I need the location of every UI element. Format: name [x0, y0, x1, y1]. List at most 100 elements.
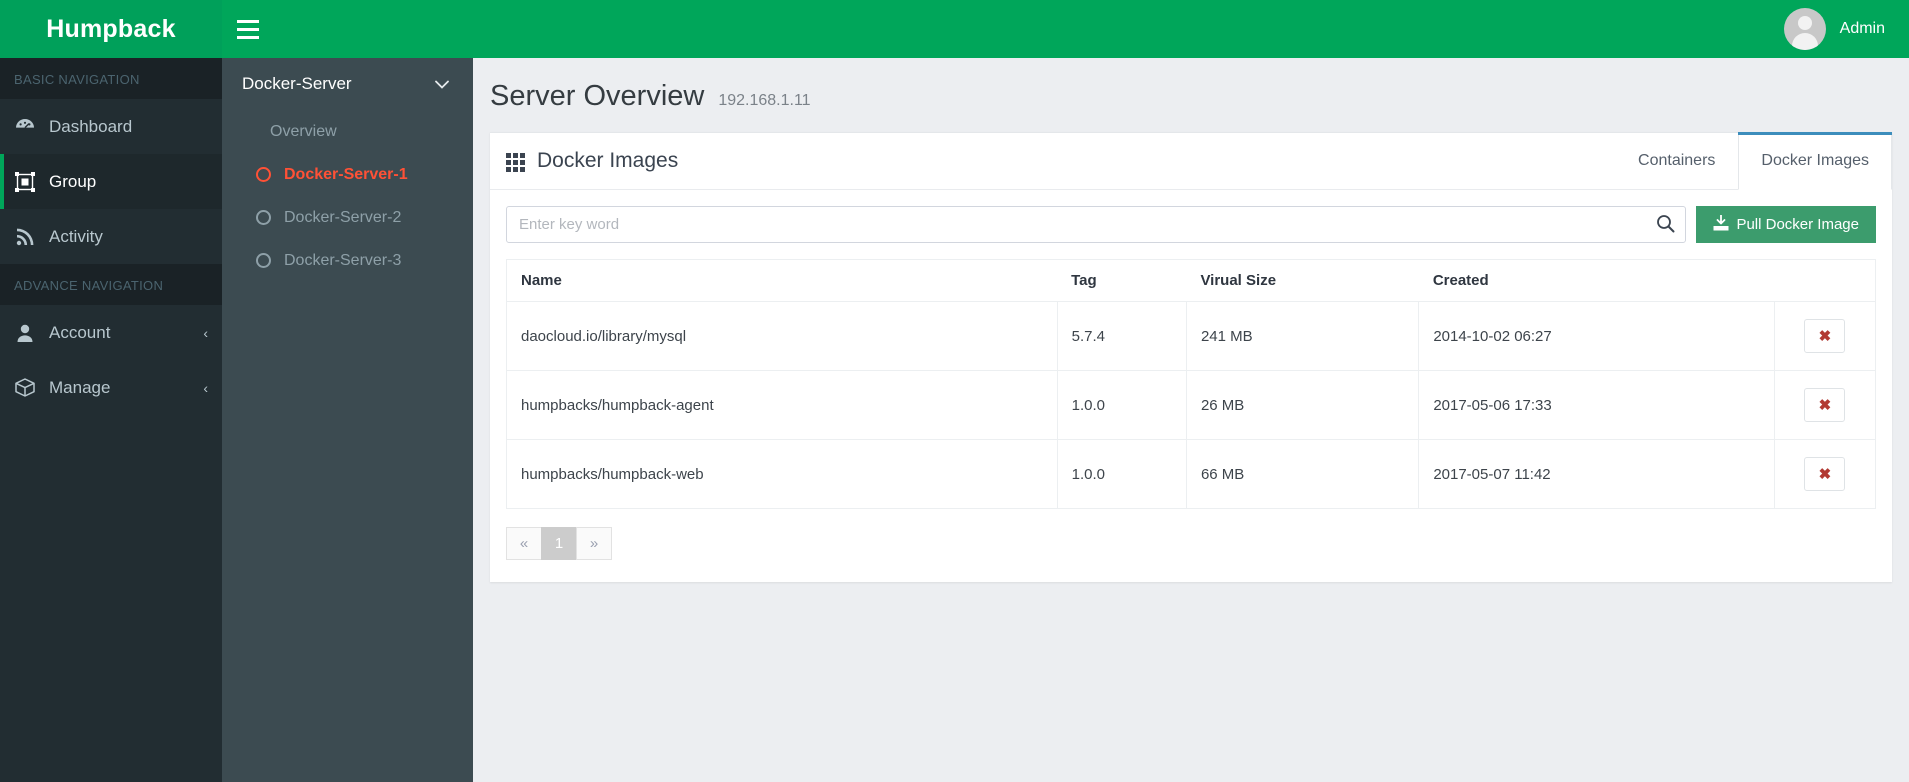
submenu-item-label: Overview — [270, 122, 337, 140]
user-menu[interactable]: Admin — [1783, 0, 1885, 58]
panel-title: Docker Images — [537, 149, 679, 172]
chevron-left-icon: ‹ — [203, 379, 208, 396]
search-field-wrapper — [506, 206, 1687, 243]
sidebar-item-label: Dashboard — [49, 116, 133, 136]
cell-actions: ✖ — [1773, 439, 1877, 509]
search-input[interactable] — [506, 206, 1687, 243]
tab-label: Docker Images — [1761, 152, 1869, 169]
submenu-group-toggle[interactable]: Docker-Server — [222, 58, 473, 110]
cell-tag: 1.0.0 — [1056, 439, 1187, 509]
sidebar-item-dashboard[interactable]: Dashboard — [0, 99, 222, 154]
sidebar-item-label: Group — [49, 171, 97, 191]
page-title: Server Overview — [490, 80, 705, 112]
panel-tabs: Containers Docker Images — [1615, 132, 1892, 190]
sidebar-item-label: Activity — [49, 226, 103, 246]
search-button[interactable] — [1645, 207, 1685, 242]
tab-containers[interactable]: Containers — [1615, 132, 1738, 189]
panel-body: Pull Docker Image Name Tag Virual Size C… — [490, 190, 1892, 582]
delete-image-button[interactable]: ✖ — [1804, 457, 1846, 491]
cell-created: 2017-05-06 17:33 — [1418, 370, 1775, 440]
table-header-row: Name Tag Virual Size Created — [506, 259, 1877, 302]
submenu-item-overview[interactable]: Overview — [222, 110, 473, 153]
pagination-page-1[interactable]: 1 — [541, 527, 577, 560]
sidebar-item-activity[interactable]: Activity — [0, 209, 222, 264]
submenu-group-label: Docker-Server — [242, 74, 352, 93]
submenu-item-docker-server-3[interactable]: Docker-Server-3 — [222, 239, 473, 282]
search-icon — [1656, 214, 1675, 236]
table-head: Name Tag Virual Size Created — [506, 259, 1877, 302]
hamburger-bar — [237, 35, 259, 39]
cell-tag: 5.7.4 — [1056, 301, 1187, 371]
dashboard-icon — [14, 117, 36, 137]
box-icon — [14, 378, 36, 398]
group-icon — [14, 171, 36, 192]
user-name: Admin — [1839, 20, 1885, 37]
table-row: humpbacks/humpback-web 1.0.0 66 MB 2017-… — [506, 439, 1877, 509]
status-circle-icon — [256, 210, 271, 225]
submenu-item-label: Docker-Server-1 — [284, 165, 408, 183]
main-content: Server Overview 192.168.1.11 Docker Imag… — [473, 58, 1909, 782]
delete-image-button[interactable]: ✖ — [1804, 388, 1846, 422]
submenu-item-docker-server-1[interactable]: Docker-Server-1 — [222, 153, 473, 196]
column-header-actions — [1774, 259, 1877, 302]
cell-created: 2017-05-07 11:42 — [1418, 439, 1775, 509]
panel-title-group: Docker Images — [506, 149, 678, 173]
cell-virtual-size: 66 MB — [1185, 439, 1419, 509]
cell-actions: ✖ — [1773, 301, 1877, 371]
hamburger-bar — [237, 27, 259, 31]
sidebar-item-manage[interactable]: Manage ‹ — [0, 360, 222, 415]
submenu-item-label: Docker-Server-3 — [284, 251, 402, 269]
submenu-item-docker-server-2[interactable]: Docker-Server-2 — [222, 196, 473, 239]
pagination: « 1 » — [506, 527, 1876, 560]
sidebar-item-label: Manage — [49, 377, 111, 397]
panel-header: Docker Images Containers Docker Images — [490, 132, 1892, 190]
user-icon — [14, 323, 36, 343]
cell-virtual-size: 26 MB — [1185, 370, 1419, 440]
grid-th-icon — [506, 152, 525, 172]
delete-image-button[interactable]: ✖ — [1804, 319, 1846, 353]
cell-actions: ✖ — [1773, 370, 1877, 440]
cell-tag: 1.0.0 — [1056, 370, 1187, 440]
cell-image-name: humpbacks/humpback-web — [506, 439, 1058, 509]
hamburger-bar — [237, 19, 259, 23]
search-row: Pull Docker Image — [506, 206, 1876, 243]
sidebar-section-header-advance: ADVANCE NAVIGATION — [0, 264, 222, 305]
hamburger-icon[interactable] — [237, 14, 267, 44]
activity-rss-icon — [14, 227, 36, 247]
pull-docker-image-button[interactable]: Pull Docker Image — [1696, 206, 1876, 243]
pagination-next[interactable]: » — [576, 527, 612, 560]
sidebar-item-group[interactable]: Group — [0, 154, 222, 209]
docker-images-panel: Docker Images Containers Docker Images E… — [490, 132, 1892, 582]
chevron-left-icon: ‹ — [203, 324, 208, 341]
status-circle-icon — [256, 253, 271, 268]
brand-name: Humpback — [46, 14, 176, 43]
pagination-prev[interactable]: « — [506, 527, 542, 560]
column-header-created: Created — [1418, 259, 1775, 302]
sidebar-section-header-basic: BASIC NAVIGATION — [0, 58, 222, 99]
sidebar-item-account[interactable]: Account ‹ — [0, 305, 222, 360]
column-header-name: Name — [506, 259, 1058, 302]
table-row: daocloud.io/library/mysql 5.7.4 241 MB 2… — [506, 301, 1877, 371]
column-header-virtual-size: Virual Size — [1186, 259, 1419, 302]
cell-image-name: daocloud.io/library/mysql — [506, 301, 1058, 371]
sidebar: BASIC NAVIGATION Dashboard Group Activit… — [0, 58, 222, 782]
page-subtitle: 192.168.1.11 — [718, 92, 811, 109]
tab-label: Containers — [1638, 151, 1716, 169]
top-bar: Humpback Admin — [0, 0, 1909, 58]
submenu-item-label: Docker-Server-2 — [284, 208, 402, 226]
status-circle-icon — [256, 167, 271, 182]
column-header-tag: Tag — [1057, 259, 1187, 302]
pull-docker-image-label: Pull Docker Image — [1736, 216, 1859, 233]
submenu-panel: Docker-Server Overview Docker-Server-1 D… — [222, 58, 473, 782]
user-avatar-icon — [1783, 8, 1826, 50]
cell-image-name: humpbacks/humpback-agent — [506, 370, 1058, 440]
docker-images-table: Name Tag Virual Size Created daocloud.io… — [506, 259, 1877, 509]
table-row: humpbacks/humpback-agent 1.0.0 26 MB 201… — [506, 370, 1877, 440]
cell-virtual-size: 241 MB — [1185, 301, 1419, 371]
table-body: daocloud.io/library/mysql 5.7.4 241 MB 2… — [506, 301, 1877, 509]
brand-logo[interactable]: Humpback — [0, 0, 222, 58]
tab-docker-images[interactable]: Docker Images — [1738, 132, 1892, 190]
chevron-down-icon — [435, 76, 449, 92]
cell-created: 2014-10-02 06:27 — [1418, 301, 1775, 371]
sidebar-item-label: Account — [49, 322, 111, 342]
